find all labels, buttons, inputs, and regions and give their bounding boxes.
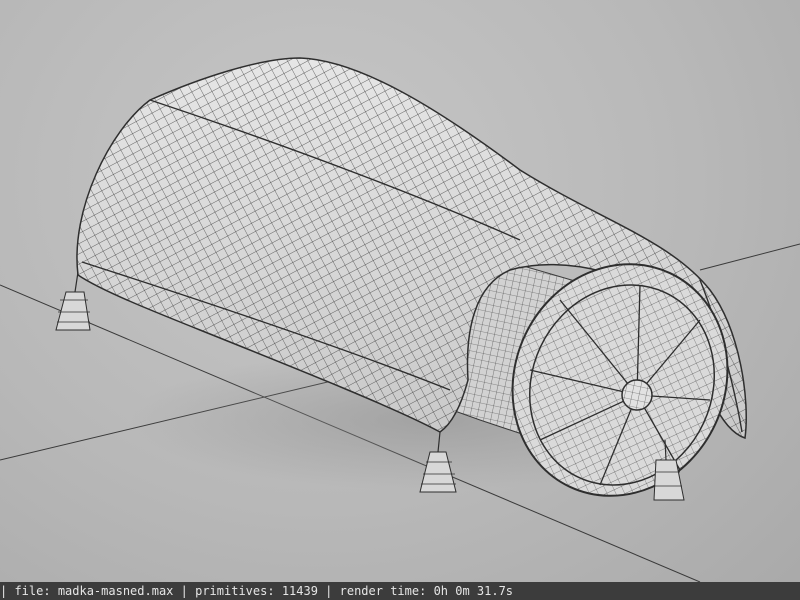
separator: | (0, 584, 15, 598)
ground-line-right (699, 243, 800, 271)
render-status-bar: | file: madka-masned.max | primitives: 1… (0, 582, 800, 600)
tassel-left (55, 271, 91, 331)
file-name: madka-masned.max (57, 584, 174, 598)
render-time-label: render time: (339, 584, 427, 598)
primitives-label: primitives: (195, 584, 275, 598)
rendered-scene (0, 57, 800, 582)
primitives-value: 11439 (281, 584, 318, 598)
render-viewport: | file: madka-masned.max | primitives: 1… (0, 0, 800, 600)
file-label: file: (14, 584, 51, 598)
render-time-value: 0h 0m 31.7s (433, 584, 514, 598)
